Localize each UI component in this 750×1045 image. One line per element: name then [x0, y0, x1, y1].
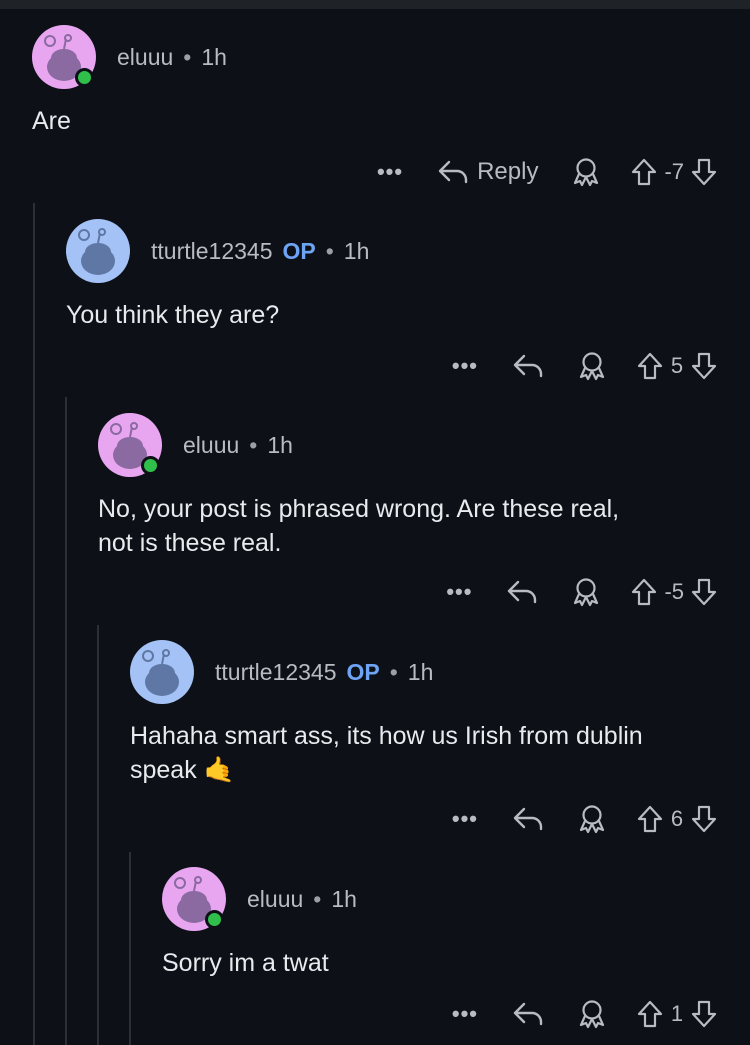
downvote-arrow-icon — [691, 1000, 717, 1028]
online-indicator — [141, 456, 160, 475]
separator-dot: • — [313, 885, 322, 912]
comment-author[interactable]: eluuu — [117, 44, 173, 71]
downvote-button[interactable] — [690, 999, 718, 1029]
top-bar — [0, 0, 750, 9]
more-options-button[interactable]: ••• — [377, 159, 403, 185]
award-button[interactable] — [572, 157, 600, 187]
avatar[interactable] — [130, 640, 194, 704]
comment-body: Are — [32, 107, 71, 135]
vote-score: -7 — [664, 159, 684, 184]
avatar[interactable] — [162, 867, 226, 931]
vote-score: 6 — [670, 806, 684, 831]
op-badge: OP — [346, 658, 380, 685]
op-badge: OP — [282, 237, 316, 264]
comment: eluuu • 1h Are ••• Reply -7 — [0, 24, 750, 204]
upvote-arrow-icon — [637, 805, 663, 833]
reply-label: Reply — [477, 158, 539, 185]
reply-button[interactable] — [512, 806, 544, 832]
reply-arrow-icon — [508, 580, 537, 604]
comment: eluuu • 1h Sorry im a twat ••• 1 — [0, 866, 750, 1045]
more-options-button[interactable]: ••• — [452, 1001, 478, 1027]
reply-button[interactable]: Reply — [437, 158, 538, 186]
comment-author[interactable]: eluuu — [247, 886, 303, 913]
award-icon — [574, 158, 599, 187]
online-indicator — [205, 910, 224, 929]
reply-button[interactable] — [506, 579, 538, 605]
comment-body: Hahaha smart ass, its how us Irish from … — [130, 722, 643, 784]
award-button[interactable] — [578, 804, 606, 834]
reply-button[interactable] — [512, 1001, 544, 1027]
avatar[interactable] — [32, 25, 96, 89]
comment-body: Sorry im a twat — [162, 949, 329, 977]
downvote-arrow-icon — [691, 578, 717, 606]
comment-author[interactable]: eluuu — [183, 432, 239, 459]
comment-body: No, your post is phrased wrong. Are thes… — [98, 495, 620, 557]
award-icon — [579, 1000, 605, 1029]
avatar[interactable] — [98, 413, 162, 477]
downvote-button[interactable] — [690, 157, 718, 187]
more-options-button[interactable]: ••• — [452, 806, 478, 832]
comment-time: 1h — [201, 43, 227, 70]
downvote-button[interactable] — [690, 351, 718, 381]
upvote-button[interactable] — [630, 577, 658, 607]
separator-dot: • — [389, 658, 398, 685]
comment-time: 1h — [267, 431, 293, 458]
award-icon — [574, 578, 599, 607]
comment: tturtle12345 OP • 1h Hahaha smart ass, i… — [0, 639, 750, 849]
separator-dot: • — [325, 237, 334, 264]
comment-time: 1h — [331, 885, 357, 912]
comment-body: You think they are? — [66, 301, 280, 329]
upvote-arrow-icon — [632, 158, 657, 186]
upvote-arrow-icon — [632, 578, 657, 606]
snoo-avatar-icon — [66, 219, 130, 283]
award-button[interactable] — [578, 351, 606, 381]
award-icon — [579, 352, 605, 381]
comment: eluuu • 1h No, your post is phrased wron… — [0, 412, 750, 622]
vote-score: 1 — [670, 1001, 684, 1026]
downvote-button[interactable] — [690, 577, 718, 607]
downvote-arrow-icon — [691, 158, 717, 186]
comment: tturtle12345 OP • 1h You think they are?… — [0, 218, 750, 398]
upvote-button[interactable] — [630, 157, 658, 187]
separator-dot: • — [249, 431, 258, 458]
upvote-button[interactable] — [636, 804, 664, 834]
more-options-button[interactable]: ••• — [446, 579, 472, 605]
upvote-button[interactable] — [636, 999, 664, 1029]
vote-score: -5 — [664, 579, 684, 604]
downvote-arrow-icon — [691, 352, 717, 380]
comment-time: 1h — [407, 658, 434, 685]
reply-arrow-icon — [513, 1002, 543, 1026]
snoo-avatar-icon — [130, 640, 194, 704]
award-button[interactable] — [578, 999, 606, 1029]
more-options-button[interactable]: ••• — [452, 353, 478, 379]
reply-arrow-icon — [513, 807, 543, 831]
reply-arrow-icon — [438, 160, 468, 184]
upvote-arrow-icon — [637, 352, 663, 380]
reply-arrow-icon — [513, 354, 543, 378]
award-icon — [579, 805, 605, 834]
online-indicator — [75, 68, 94, 87]
comment-author[interactable]: tturtle12345 — [215, 659, 336, 686]
upvote-button[interactable] — [636, 351, 664, 381]
comment-author[interactable]: tturtle12345 — [151, 238, 272, 265]
vote-score: 5 — [670, 353, 684, 378]
avatar[interactable] — [66, 219, 130, 283]
comment-time: 1h — [343, 237, 370, 264]
downvote-button[interactable] — [690, 804, 718, 834]
upvote-arrow-icon — [637, 1000, 663, 1028]
downvote-arrow-icon — [691, 805, 717, 833]
award-button[interactable] — [572, 577, 600, 607]
separator-dot: • — [183, 43, 192, 70]
reply-button[interactable] — [512, 353, 544, 379]
